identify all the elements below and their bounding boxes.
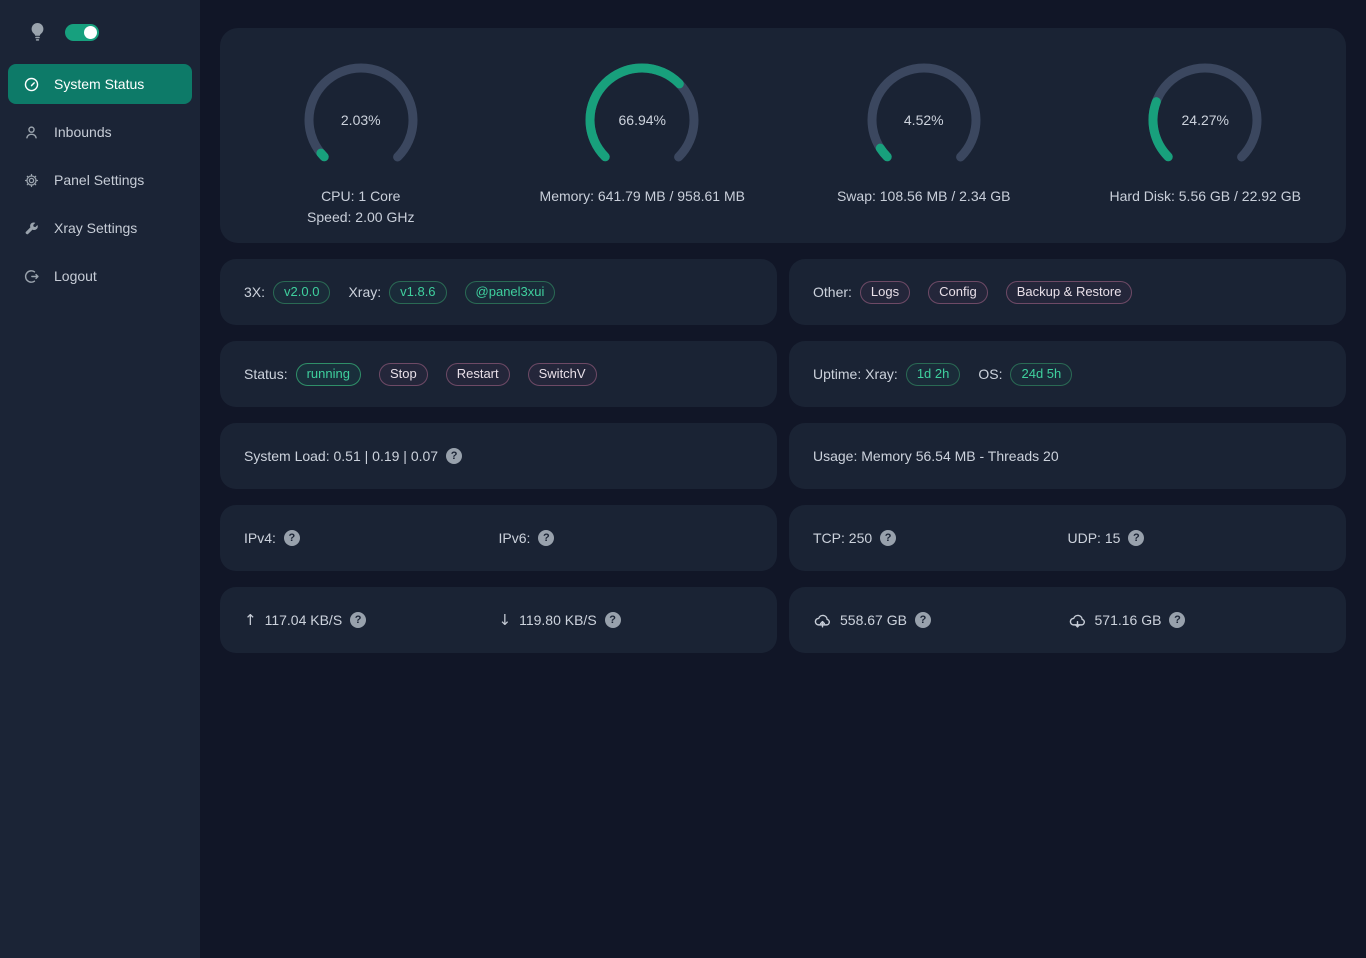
help-icon[interactable]: [350, 612, 366, 628]
download-total-group: 571.16 GB: [1068, 611, 1323, 630]
help-icon[interactable]: [605, 612, 621, 628]
cpu-caption: CPU: 1 Core Speed: 2.00 GHz: [307, 186, 414, 228]
ipv4-group: IPv4:: [244, 530, 499, 546]
disk-percent: 24.27%: [1143, 58, 1267, 182]
udp-count-text: UDP: 15: [1068, 530, 1121, 546]
ipv6-group: IPv6:: [499, 530, 754, 546]
sidebar-item-xray-settings[interactable]: Xray Settings: [8, 208, 192, 248]
download-speed-group: 119.80 KB/S: [499, 611, 754, 629]
swap-caption: Swap: 108.56 MB / 2.34 GB: [837, 186, 1011, 207]
main-content: 2.03% CPU: 1 Core Speed: 2.00 GHz 66.94%…: [200, 0, 1366, 958]
status-label: Status:: [244, 366, 288, 382]
3x-label: 3X:: [244, 284, 265, 300]
swap-gauge: 4.52% Swap: 108.56 MB / 2.34 GB: [783, 58, 1065, 243]
sidebar-item-label: Xray Settings: [54, 220, 137, 236]
download-arrow-icon: [499, 611, 512, 629]
restart-button[interactable]: Restart: [446, 363, 510, 386]
xray-version-badge[interactable]: v1.8.6: [389, 281, 446, 304]
ip-card: IPv4: IPv6:: [220, 505, 777, 571]
os-uptime-badge: 24d 5h: [1010, 363, 1072, 386]
gear-icon: [22, 171, 40, 189]
system-load-card: System Load: 0.51 | 0.19 | 0.07: [220, 423, 777, 489]
status-badge: running: [296, 363, 361, 386]
3x-version-badge[interactable]: v2.0.0: [273, 281, 330, 304]
dashboard-icon: [22, 75, 40, 93]
toggle-knob: [84, 26, 97, 39]
upload-speed-text: 117.04 KB/S: [265, 612, 343, 628]
ipv6-label: IPv6:: [499, 530, 531, 546]
config-button[interactable]: Config: [928, 281, 988, 304]
upload-speed-group: 117.04 KB/S: [244, 611, 499, 629]
help-icon[interactable]: [880, 530, 896, 546]
help-icon[interactable]: [1169, 612, 1185, 628]
sidebar-item-panel-settings[interactable]: Panel Settings: [8, 160, 192, 200]
swap-percent: 4.52%: [862, 58, 986, 182]
cpu-gauge: 2.03% CPU: 1 Core Speed: 2.00 GHz: [220, 58, 502, 243]
xray-uptime-badge: 1d 2h: [906, 363, 961, 386]
sidebar-menu: System Status Inbounds: [0, 64, 200, 296]
sidebar-item-inbounds[interactable]: Inbounds: [8, 112, 192, 152]
help-icon[interactable]: [446, 448, 462, 464]
total-traffic-card: 558.67 GB 571.16 GB: [789, 587, 1346, 653]
sidebar-item-label: Inbounds: [54, 124, 112, 140]
upload-arrow-icon: [244, 611, 257, 629]
app-root: System Status Inbounds: [0, 0, 1366, 958]
sidebar-item-label: Panel Settings: [54, 172, 144, 188]
sidebar-theme-row: [0, 0, 200, 56]
sidebar: System Status Inbounds: [0, 0, 200, 958]
memory-percent: 66.94%: [580, 58, 704, 182]
memory-caption: Memory: 641.79 MB / 958.61 MB: [540, 186, 745, 207]
tcp-group: TCP: 250: [813, 530, 1068, 546]
stop-button[interactable]: Stop: [379, 363, 428, 386]
wrench-icon: [22, 219, 40, 237]
info-rows: 3X: v2.0.0 Xray: v1.8.6 @panel3xui Other…: [220, 259, 1346, 653]
sidebar-item-system-status[interactable]: System Status: [8, 64, 192, 104]
sidebar-item-label: Logout: [54, 268, 97, 284]
help-icon[interactable]: [1128, 530, 1144, 546]
help-icon[interactable]: [538, 530, 554, 546]
person-icon: [22, 123, 40, 141]
udp-group: UDP: 15: [1068, 530, 1323, 546]
version-card: 3X: v2.0.0 Xray: v1.8.6 @panel3xui: [220, 259, 777, 325]
uptime-xray-label: Uptime: Xray:: [813, 366, 898, 382]
upload-total-group: 558.67 GB: [813, 611, 1068, 630]
sidebar-item-label: System Status: [54, 76, 144, 92]
disk-caption: Hard Disk: 5.56 GB / 22.92 GB: [1110, 186, 1301, 207]
backup-restore-button[interactable]: Backup & Restore: [1006, 281, 1133, 304]
sidebar-item-logout[interactable]: Logout: [8, 256, 192, 296]
logs-button[interactable]: Logs: [860, 281, 910, 304]
telegram-badge[interactable]: @panel3xui: [465, 281, 556, 304]
other-card: Other: Logs Config Backup & Restore: [789, 259, 1346, 325]
download-speed-text: 119.80 KB/S: [519, 612, 597, 628]
logout-icon: [22, 267, 40, 285]
usage-card: Usage: Memory 56.54 MB - Threads 20: [789, 423, 1346, 489]
upload-total-text: 558.67 GB: [840, 612, 907, 628]
connections-card: TCP: 250 UDP: 15: [789, 505, 1346, 571]
ipv4-label: IPv4:: [244, 530, 276, 546]
switch-version-button[interactable]: SwitchV: [528, 363, 597, 386]
usage-text: Usage: Memory 56.54 MB - Threads 20: [813, 448, 1059, 464]
xray-label: Xray:: [348, 284, 381, 300]
cloud-download-icon: [1068, 611, 1087, 630]
theme-toggle[interactable]: [65, 24, 99, 41]
memory-gauge: 66.94% Memory: 641.79 MB / 958.61 MB: [502, 58, 784, 243]
download-total-text: 571.16 GB: [1095, 612, 1162, 628]
help-icon[interactable]: [284, 530, 300, 546]
network-speed-card: 117.04 KB/S 119.80 KB/S: [220, 587, 777, 653]
cloud-upload-icon: [813, 611, 832, 630]
status-card: Status: running Stop Restart SwitchV: [220, 341, 777, 407]
disk-gauge: 24.27% Hard Disk: 5.56 GB / 22.92 GB: [1065, 58, 1347, 243]
os-label: OS:: [978, 366, 1002, 382]
uptime-card: Uptime: Xray: 1d 2h OS: 24d 5h: [789, 341, 1346, 407]
lightbulb-icon: [30, 22, 45, 42]
system-gauges-card: 2.03% CPU: 1 Core Speed: 2.00 GHz 66.94%…: [220, 28, 1346, 243]
system-load-text: System Load: 0.51 | 0.19 | 0.07: [244, 448, 438, 464]
tcp-count-text: TCP: 250: [813, 530, 872, 546]
help-icon[interactable]: [915, 612, 931, 628]
other-label: Other:: [813, 284, 852, 300]
cpu-percent: 2.03%: [299, 58, 423, 182]
